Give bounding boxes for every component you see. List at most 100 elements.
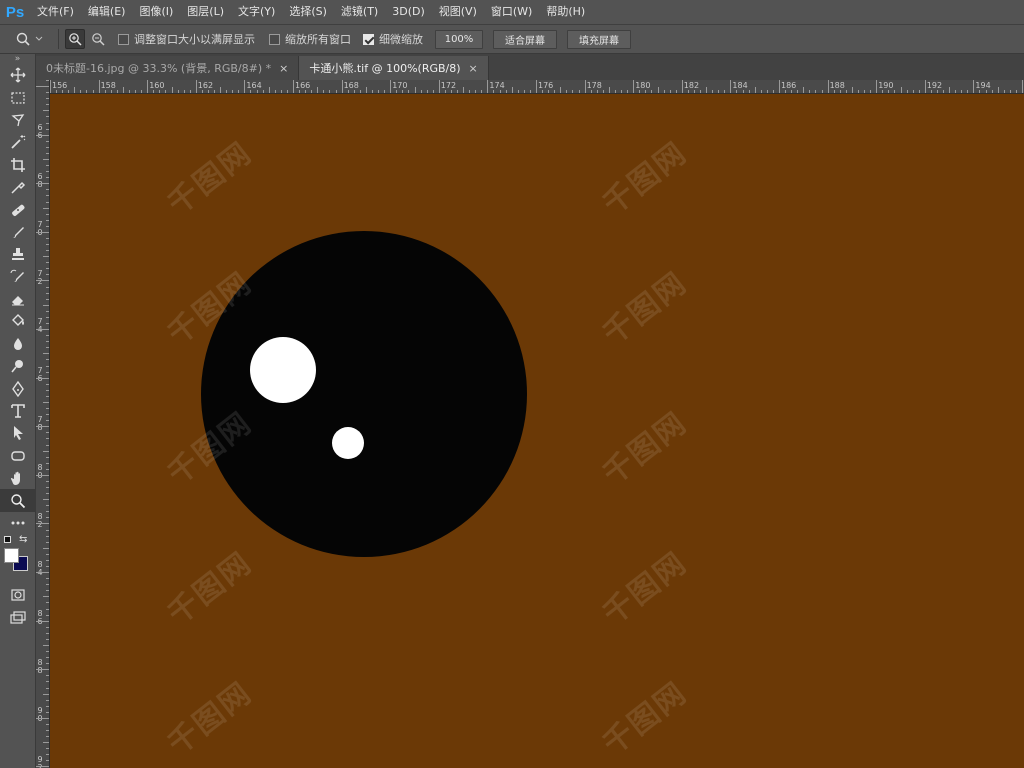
ruler-tick [86, 90, 88, 93]
zoom-in-button[interactable] [65, 29, 85, 49]
tool-preset-picker[interactable] [8, 28, 52, 50]
swap-colors-icon[interactable]: ⇆ [19, 534, 27, 545]
menu-item[interactable]: 文字(Y) [231, 0, 282, 24]
ruler-tick [274, 90, 276, 93]
document-tab[interactable]: 0未标题-16.jpg @ 33.3% (背景, RGB/8#) * × [36, 56, 300, 80]
zoom-in-icon [69, 33, 82, 46]
photoshop-logo[interactable]: Ps [0, 0, 30, 24]
ruler-tick [669, 90, 671, 93]
default-colors-icon[interactable] [4, 536, 11, 544]
history-brush-icon [10, 269, 24, 282]
eyedropper-tool[interactable] [0, 176, 36, 198]
ruler-tick [46, 146, 49, 148]
ruler-tick [46, 711, 49, 713]
ruler-tick [706, 87, 708, 93]
fill-screen-button[interactable]: 填充屏幕 [567, 29, 631, 49]
eraser-tool[interactable] [0, 288, 36, 310]
hand-tool[interactable] [0, 467, 36, 489]
ruler-tick [299, 90, 301, 93]
zoom-tool[interactable] [0, 489, 36, 512]
close-tab-icon[interactable]: × [469, 62, 478, 75]
ruler-tick [791, 90, 793, 93]
path-selection-tool[interactable] [0, 422, 36, 444]
zoom-all-windows-checkbox[interactable]: 缩放所有窗口 [269, 31, 351, 47]
ruler-tick [317, 87, 319, 93]
zoom-percent-button[interactable]: 100% [435, 29, 483, 49]
ruler-tick [46, 730, 49, 732]
marquee-tool[interactable] [0, 86, 36, 108]
paint-bucket-tool[interactable] [0, 310, 36, 332]
fit-screen-button[interactable]: 适合屏幕 [493, 29, 557, 49]
ruler-tick [43, 547, 49, 549]
magic-wand-tool[interactable] [0, 131, 36, 153]
clone-stamp-tool[interactable] [0, 243, 36, 265]
ruler-tick [46, 414, 49, 416]
crop-tool[interactable] [0, 154, 36, 176]
ruler-tick [493, 90, 495, 93]
move-tool[interactable] [0, 64, 36, 86]
history-brush-tool[interactable] [0, 266, 36, 288]
ruler-tick [857, 90, 859, 93]
ruler-tick [803, 87, 805, 93]
menu-item[interactable]: 帮助(H) [539, 0, 592, 24]
scrubby-zoom-checkbox[interactable]: 细微缩放 [363, 31, 423, 47]
ruler-tick [384, 90, 386, 93]
ruler-tick [177, 90, 179, 93]
collapse-panel-icon[interactable]: » [0, 54, 35, 64]
menu-item[interactable]: 图像(I) [132, 0, 180, 24]
ruler-tick [46, 140, 49, 142]
ruler-tick [809, 90, 811, 93]
menu-item[interactable]: 编辑(E) [81, 0, 133, 24]
type-tool[interactable] [0, 400, 36, 422]
ruler-tick [46, 365, 49, 367]
brush-tool[interactable] [0, 221, 36, 243]
ruler-tick [43, 499, 49, 501]
ruler-tick [979, 90, 981, 93]
ruler-tick [450, 90, 452, 93]
healing-brush-tool[interactable] [0, 198, 36, 220]
ruler-tick [46, 632, 49, 634]
more-tools[interactable] [0, 512, 36, 534]
ruler-tick [159, 90, 161, 93]
menu-item[interactable]: 选择(S) [282, 0, 334, 24]
ruler-tick [46, 517, 49, 519]
close-tab-icon[interactable]: × [279, 62, 288, 75]
menu-item[interactable]: 窗口(W) [484, 0, 539, 24]
ruler-tick [46, 705, 49, 707]
stamp-icon [12, 248, 24, 261]
ruler-tick [46, 602, 49, 604]
ruler-tick [46, 104, 49, 106]
vertical-ruler[interactable]: 6 66 87 07 27 47 67 88 08 28 48 68 89 09… [36, 80, 50, 768]
horizontal-ruler[interactable]: 156 158 160 162 164 166 168 170 172 174 176 178 180 1… [50, 80, 1024, 94]
shape-tool[interactable] [0, 445, 36, 467]
ruler-tick [46, 122, 49, 124]
ruler-tick [536, 80, 537, 93]
ruler-tick [687, 90, 689, 93]
ruler-tick [930, 90, 932, 93]
ruler-label: 168 [343, 81, 359, 90]
menu-item[interactable]: 视图(V) [432, 0, 484, 24]
document-tab[interactable]: 卡通小熊.tif @ 100%(RGB/8) × [299, 56, 489, 80]
zoom-out-button[interactable] [88, 29, 108, 49]
ruler-tick [238, 90, 240, 93]
ruler-tick [305, 90, 307, 93]
blur-tool[interactable] [0, 333, 36, 355]
ruler-tick [46, 347, 49, 349]
quick-mask-button[interactable] [0, 584, 36, 606]
menu-item[interactable]: 文件(F) [30, 0, 81, 24]
pen-tool[interactable] [0, 377, 36, 399]
screen-mode-button[interactable] [0, 607, 36, 629]
ruler-label: 8 2 [37, 511, 43, 528]
dodge-tool[interactable] [0, 355, 36, 377]
document-canvas[interactable]: 千图网 千图网 千图网 千图网 千图网 千图网 千图网 千图网 千图网 千图网 [50, 94, 1024, 768]
ruler-tick [46, 584, 49, 586]
ruler-label: 164 [246, 81, 262, 90]
resize-windows-checkbox[interactable]: 调整窗口大小以满屏显示 [118, 31, 255, 47]
ruler-tick [578, 90, 580, 93]
menu-item[interactable]: 滤镜(T) [334, 0, 385, 24]
foreground-color-swatch[interactable] [4, 548, 19, 564]
ruler-label: 7 8 [37, 414, 43, 431]
menu-item[interactable]: 3D(D) [385, 0, 432, 24]
menu-item[interactable]: 图层(L) [180, 0, 231, 24]
lasso-tool[interactable] [0, 109, 36, 131]
